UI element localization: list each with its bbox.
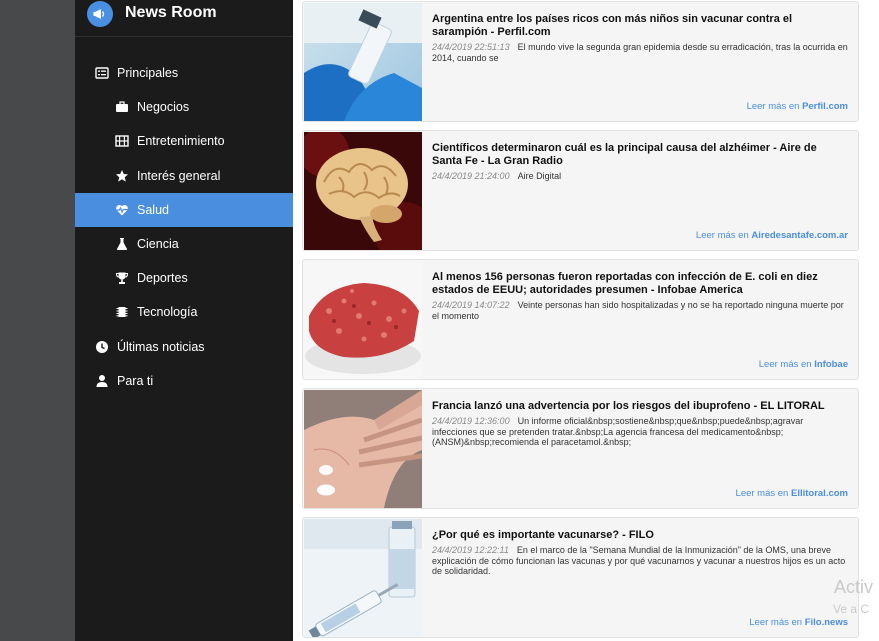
news-summary: 24/4/2019 14:07:22 Veinte personas han si… <box>432 300 848 321</box>
sidebar-item-principales[interactable]: Principales <box>75 56 293 90</box>
read-more-link[interactable]: Leer más en Perfil.com <box>747 101 848 112</box>
syringe-vial-image[interactable] <box>304 519 422 637</box>
news-card-body: Argentina entre los países ricos con más… <box>432 13 848 63</box>
sidebar-item-label: Deportes <box>137 271 188 286</box>
sidebar-item-entretenimiento[interactable]: Entretenimiento <box>75 124 293 158</box>
news-title[interactable]: ¿Por qué es importante vacunarse? - FILO <box>432 529 848 542</box>
megaphone-icon[interactable] <box>87 1 113 27</box>
news-card[interactable]: Científicos determinaron cuál es la prin… <box>302 130 859 251</box>
news-card-body: Francia lanzó una advertencia por los ri… <box>432 400 848 448</box>
news-card-body: Científicos determinaron cuál es la prin… <box>432 142 848 182</box>
news-card[interactable]: Argentina entre los países ricos con más… <box>302 1 859 122</box>
sidebar-item-label: Entretenimiento <box>137 134 225 149</box>
news-date: 24/4/2019 22:51:13 <box>432 42 510 52</box>
heartbeat-icon <box>115 203 129 217</box>
news-date: 24/4/2019 21:24:00 <box>432 171 510 181</box>
news-title[interactable]: Científicos determinaron cuál es la prin… <box>432 142 848 168</box>
sidebar: News Room Principales Negocios Entretenimi… <box>75 0 293 641</box>
pills-in-hand-image[interactable] <box>304 390 422 508</box>
sidebar-item-label: Tecnología <box>137 305 198 320</box>
sidebar-nav: Principales Negocios Entretenimiento Interé… <box>75 56 293 398</box>
watermark-subtext: Ve a C <box>833 602 870 616</box>
news-card-body: ¿Por qué es importante vacunarse? - FILO… <box>432 529 848 577</box>
read-more-source: Filo.news <box>804 617 848 628</box>
read-more-link[interactable]: Leer más en Ellitoral.com <box>736 488 848 499</box>
news-card[interactable]: Al menos 156 personas fueron reportadas … <box>302 259 859 380</box>
star-icon <box>115 169 129 183</box>
ground-beef-image[interactable] <box>304 261 422 379</box>
sidebar-item-label: Para ti <box>117 373 154 388</box>
sidebar-item-salud[interactable]: Salud <box>75 192 293 227</box>
news-card[interactable]: Francia lanzó una advertencia por los ri… <box>302 388 859 509</box>
sidebar-item-label: Ciencia <box>137 237 179 252</box>
brand-header: News Room <box>75 0 293 37</box>
news-card[interactable]: ¿Por qué es importante vacunarse? - FILO… <box>302 517 859 638</box>
news-card-body: Al menos 156 personas fueron reportadas … <box>432 271 848 321</box>
vaccine-vial-image[interactable] <box>304 3 422 121</box>
briefcase-icon <box>115 100 129 114</box>
sidebar-item-label: Interés general <box>137 168 221 183</box>
news-summary: 24/4/2019 12:22:11 En el marco de la "Sem… <box>432 545 848 577</box>
film-icon <box>115 134 129 148</box>
news-feed: Argentina entre los países ricos con más… <box>293 0 879 641</box>
news-date: 24/4/2019 12:36:00 <box>432 416 510 426</box>
news-summary: 24/4/2019 21:24:00 Aire Digital <box>432 171 848 182</box>
trophy-icon <box>115 271 129 285</box>
watermark-text: Activ <box>834 577 874 597</box>
read-more-prefix: Leer más en <box>735 488 791 499</box>
flask-icon <box>115 237 129 251</box>
sidebar-item-interes-general[interactable]: Interés general <box>75 159 293 193</box>
sidebar-item-label: Últimas noticias <box>117 339 205 354</box>
clock-icon <box>95 340 109 354</box>
news-title[interactable]: Francia lanzó una advertencia por los ri… <box>432 400 848 413</box>
chip-icon <box>115 305 129 319</box>
read-more-link[interactable]: Leer más en Filo.news <box>749 617 848 628</box>
read-more-source: Infobae <box>814 359 848 370</box>
read-more-prefix: Leer más en <box>749 617 805 628</box>
sidebar-item-label: Principales <box>117 66 179 81</box>
news-title[interactable]: Al menos 156 personas fueron reportadas … <box>432 271 848 297</box>
news-date: 24/4/2019 12:22:11 <box>432 545 509 555</box>
brain-image[interactable] <box>304 132 422 250</box>
read-more-source: Perfil.com <box>802 101 848 112</box>
sidebar-item-ultimas-noticias[interactable]: Últimas noticias <box>75 330 293 364</box>
sidebar-item-negocios[interactable]: Negocios <box>75 90 293 124</box>
read-more-link[interactable]: Leer más en Infobae <box>759 359 848 370</box>
read-more-link[interactable]: Leer más en Airedesantafe.com.ar <box>696 230 848 241</box>
sidebar-item-tecnologia[interactable]: Tecnología <box>75 295 293 329</box>
sidebar-item-para-ti[interactable]: Para ti <box>75 364 293 398</box>
list-icon <box>95 66 109 80</box>
news-summary: 24/4/2019 22:51:13 El mundo vive la segun… <box>432 42 848 63</box>
read-more-prefix: Leer más en <box>695 230 752 241</box>
news-title[interactable]: Argentina entre los países ricos con más… <box>432 13 848 39</box>
read-more-source: Airedesantafe.com.ar <box>751 230 848 241</box>
sidebar-item-ciencia[interactable]: Ciencia <box>75 227 293 261</box>
sidebar-item-deportes[interactable]: Deportes <box>75 261 293 295</box>
read-more-source: Ellitoral.com <box>790 488 848 499</box>
sidebar-item-label: Salud <box>137 202 169 217</box>
user-icon <box>95 374 109 388</box>
news-summary: 24/4/2019 12:36:00 Un informe oficial&nbs… <box>432 416 848 448</box>
news-date: 24/4/2019 14:07:22 <box>432 300 510 310</box>
app-title[interactable]: News Room <box>125 4 217 22</box>
sidebar-item-label: Negocios <box>137 100 190 115</box>
read-more-prefix: Leer más en <box>746 101 803 112</box>
read-more-prefix: Leer más en <box>758 359 815 370</box>
news-description: Aire Digital <box>517 171 562 181</box>
